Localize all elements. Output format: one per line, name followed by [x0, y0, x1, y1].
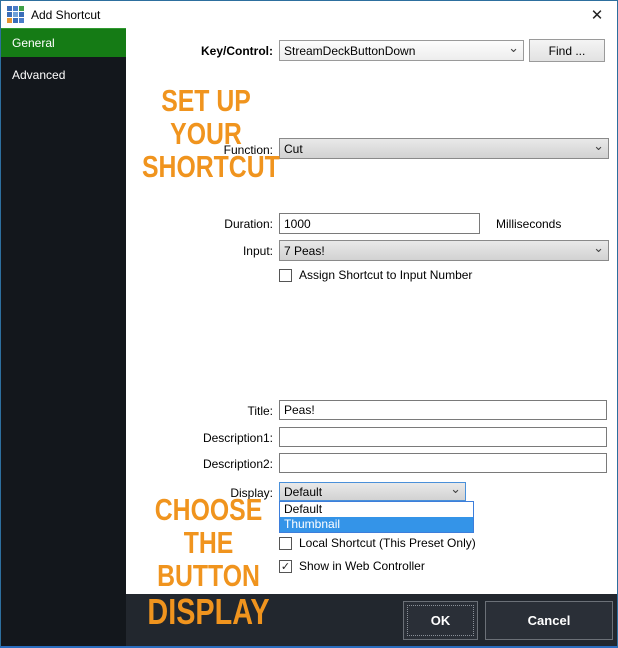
- web-controller-checkbox[interactable]: ✓ Show in Web Controller: [279, 559, 425, 573]
- title-bar: Add Shortcut ✕: [1, 1, 617, 28]
- chevron-down-icon: ⌄: [593, 141, 604, 151]
- title-input[interactable]: [279, 400, 607, 420]
- setup-line: YOUR: [142, 118, 270, 151]
- function-combobox[interactable]: Cut ⌄: [279, 138, 609, 159]
- setup-annotation: SET UP YOUR SHORTCUT: [126, 85, 286, 184]
- sidebar: General Advanced: [1, 28, 126, 648]
- cancel-button[interactable]: Cancel: [485, 601, 613, 640]
- input-combobox[interactable]: 7 Peas! ⌄: [279, 240, 609, 261]
- key-control-label: Key/Control:: [183, 44, 273, 58]
- description1-input[interactable]: [279, 427, 607, 447]
- app-grid-icon: [7, 6, 24, 23]
- function-value: Cut: [284, 142, 303, 156]
- dropdown-option-thumbnail[interactable]: Thumbnail: [280, 517, 473, 532]
- window-title: Add Shortcut: [31, 8, 100, 22]
- duration-label: Duration:: [183, 217, 273, 231]
- assign-shortcut-checkbox[interactable]: Assign Shortcut to Input Number: [279, 268, 472, 282]
- choose-line: DISPLAY: [143, 593, 275, 631]
- ok-button[interactable]: OK: [403, 601, 478, 640]
- main-panel: Key/Control: StreamDeckButtonDown ⌄ Find…: [126, 28, 618, 648]
- key-control-combobox[interactable]: StreamDeckButtonDown ⌄: [279, 40, 524, 61]
- choose-line: THE: [143, 527, 275, 560]
- dropdown-option-default[interactable]: Default: [280, 502, 473, 517]
- description2-label: Description2:: [183, 457, 273, 471]
- display-combobox[interactable]: Default ⌄: [279, 482, 466, 501]
- input-label: Input:: [183, 244, 273, 258]
- duration-input[interactable]: [279, 213, 480, 234]
- input-value: 7 Peas!: [284, 244, 325, 258]
- chevron-down-icon: ⌄: [508, 43, 519, 53]
- checkbox-box: [279, 269, 292, 282]
- web-controller-label: Show in Web Controller: [299, 559, 425, 573]
- chevron-down-icon: ⌄: [593, 243, 604, 253]
- setup-line: SET UP: [142, 85, 270, 118]
- sidebar-item-general[interactable]: General: [1, 28, 126, 57]
- choose-line: CHOOSE: [143, 494, 275, 527]
- chevron-down-icon: ⌄: [450, 484, 461, 494]
- description1-label: Description1:: [183, 431, 273, 445]
- local-shortcut-label: Local Shortcut (This Preset Only): [299, 536, 476, 550]
- close-icon[interactable]: ✕: [587, 5, 607, 25]
- find-button[interactable]: Find ...: [529, 39, 605, 62]
- description2-input[interactable]: [279, 453, 607, 473]
- assign-shortcut-label: Assign Shortcut to Input Number: [299, 268, 472, 282]
- title-field-label: Title:: [183, 404, 273, 418]
- choose-annotation: CHOOSE THE BUTTON DISPLAY: [126, 494, 291, 631]
- local-shortcut-checkbox[interactable]: Local Shortcut (This Preset Only): [279, 536, 476, 550]
- setup-line: SHORTCUT: [142, 151, 270, 184]
- sidebar-item-advanced[interactable]: Advanced: [1, 61, 126, 90]
- display-dropdown-list: Default Thumbnail: [279, 501, 474, 533]
- milliseconds-label: Milliseconds: [496, 217, 561, 231]
- add-shortcut-dialog: Add Shortcut ✕ General Advanced Key/Cont…: [0, 0, 618, 648]
- key-control-value: StreamDeckButtonDown: [284, 44, 415, 58]
- choose-line: BUTTON: [143, 560, 275, 593]
